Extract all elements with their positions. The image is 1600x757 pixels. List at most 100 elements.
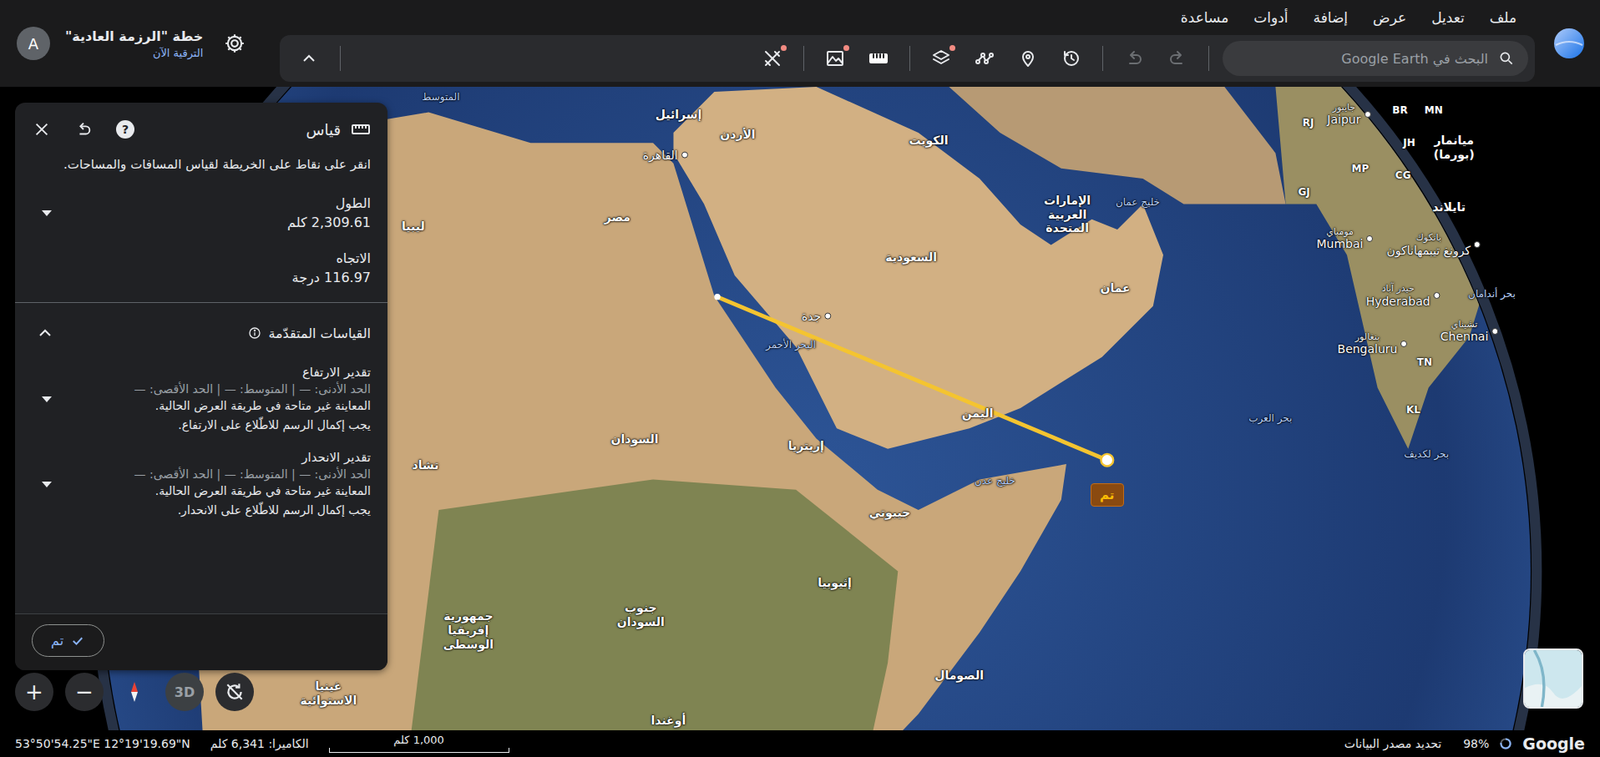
- user-avatar[interactable]: A: [16, 26, 51, 61]
- panel-header: قياس?: [15, 102, 388, 152]
- rotation-lock-button[interactable]: [215, 673, 254, 712]
- collapse-button[interactable]: [291, 40, 327, 76]
- toolbar-separator: [339, 45, 341, 71]
- map-label: جنوب السودان: [600, 601, 681, 630]
- plan-title: خطة "الرزمة العادية": [65, 28, 203, 45]
- map-label: الأردن: [719, 127, 755, 142]
- map-controls: +− 3D: [15, 673, 254, 712]
- measure-end-point[interactable]: [1100, 454, 1114, 467]
- ruler-button[interactable]: [860, 40, 897, 76]
- map-label: KL: [1406, 404, 1421, 416]
- help-button[interactable]: ?: [111, 116, 139, 143]
- unit-dropdown[interactable]: [31, 197, 62, 228]
- map-label: TN: [1417, 356, 1433, 369]
- search-field[interactable]: [1222, 40, 1529, 76]
- google-earth-window: ملف تعديل عرض إضافة أدوات مساعدة خطة "الرزمة ا…: [0, 0, 1600, 757]
- redo-icon: [1167, 48, 1188, 69]
- city-dot: [681, 151, 689, 159]
- menu-item[interactable]: تعديل: [1431, 9, 1464, 26]
- city-dot: [1363, 111, 1371, 118]
- map-label: المتوسط: [421, 91, 460, 103]
- map-label: GJ: [1297, 186, 1310, 198]
- undo-button[interactable]: [1116, 40, 1152, 76]
- history-button[interactable]: [1053, 40, 1089, 76]
- toolbar-separator: [909, 45, 911, 71]
- close-button[interactable]: [28, 116, 56, 143]
- measure-start-point[interactable]: [713, 293, 720, 300]
- upgrade-link[interactable]: الترقية الآن: [152, 46, 203, 60]
- undo-icon: [1124, 48, 1145, 69]
- google-earth-logo-icon[interactable]: [1549, 24, 1589, 63]
- tools-button[interactable]: [754, 40, 790, 76]
- layers-icon: [931, 48, 952, 69]
- map-label: RJ: [1302, 116, 1315, 129]
- menu-item[interactable]: مساعدة: [1180, 9, 1229, 26]
- section-dropdown[interactable]: [31, 384, 62, 415]
- dropdown-icon: [41, 481, 52, 488]
- advanced-header[interactable]: القياسات المتقدّمة: [15, 309, 388, 357]
- pin-button[interactable]: [1010, 40, 1046, 76]
- map-label: بحر العرب: [1248, 412, 1292, 425]
- measure-panel: قياس?انقر على نقاط على الخريطة لقياس الم…: [15, 102, 388, 671]
- map-label: MN: [1424, 104, 1444, 117]
- loading-ring-icon: [1498, 737, 1513, 751]
- compass-button[interactable]: [115, 673, 154, 712]
- 3d-toggle-button[interactable]: 3D: [165, 673, 204, 712]
- metric-row: الطول2,309.61 كلم: [15, 185, 388, 241]
- land-area: [918, 86, 1287, 205]
- map-label: تايلاند: [1432, 200, 1466, 215]
- google-brand: Google: [1522, 734, 1585, 754]
- path-button[interactable]: [967, 40, 1003, 76]
- section-dropdown[interactable]: [31, 469, 62, 500]
- settings-button[interactable]: [217, 26, 252, 61]
- chevron-up-icon: [298, 48, 319, 69]
- map-view[interactable]: إسرائيلالأردنالقاهرةالكويتليبيامصرالسعود…: [0, 86, 1600, 731]
- load-percent: 98%: [1463, 737, 1489, 751]
- map-label: بانكوككرونغ تيبمهاناكون: [1387, 232, 1481, 258]
- tools-icon: [762, 48, 783, 69]
- map-label: خليج عدن: [974, 474, 1016, 487]
- check-icon: [70, 633, 86, 649]
- map-label: ميانمار (بورما): [1413, 134, 1494, 163]
- land-area: [408, 479, 899, 731]
- map-label: السعودية: [885, 250, 937, 265]
- done-button[interactable]: تم: [31, 624, 105, 658]
- data-attribution-link[interactable]: تحديد مصدر البيانات: [1344, 737, 1442, 751]
- map-label: البحر الأحمر: [765, 339, 816, 351]
- map-label: بحر أندامان: [1468, 288, 1516, 300]
- map-label: تشاد: [412, 458, 440, 473]
- map-label: جدة: [801, 309, 831, 325]
- measure-done-badge[interactable]: تم: [1090, 483, 1125, 507]
- minimap[interactable]: [1523, 648, 1584, 709]
- terrain-button[interactable]: [817, 40, 853, 76]
- land-area: [1275, 86, 1530, 450]
- layers-button[interactable]: [923, 40, 959, 76]
- toolbar: [279, 35, 1535, 82]
- dropdown-icon: [41, 210, 52, 217]
- map-label: خليج عمان: [1115, 196, 1160, 208]
- map-label: تشينايChennai: [1440, 318, 1499, 345]
- zoom-out-button[interactable]: −: [65, 673, 104, 712]
- status-bar: 53°50'54.25"E 12°19'19.69"Nالكاميرا: 6,3…: [0, 730, 1600, 757]
- map-label: BR: [1392, 104, 1408, 117]
- map-label: إثيوبيا: [817, 575, 852, 590]
- menu-item[interactable]: ملف: [1489, 9, 1517, 26]
- menu-bar: ملف تعديل عرض إضافة أدوات مساعدة: [279, 5, 1535, 31]
- redo-button[interactable]: [1159, 40, 1195, 76]
- map-label: إسرائيل: [655, 107, 703, 122]
- new-badge-dot: [780, 45, 787, 51]
- search-input[interactable]: [1235, 50, 1490, 68]
- zoom-in-button[interactable]: +: [15, 673, 54, 712]
- menu-item[interactable]: أدوات: [1253, 9, 1288, 26]
- map-label: جيبوتي: [869, 505, 912, 520]
- map-label: القاهرة: [643, 147, 689, 163]
- menu-item[interactable]: عرض: [1372, 9, 1407, 26]
- map-label: اليمن: [962, 406, 994, 421]
- redo-button[interactable]: [70, 116, 97, 143]
- map-label: ليبيا: [401, 219, 426, 234]
- close-icon: [32, 120, 51, 139]
- menu-item[interactable]: إضافة: [1313, 9, 1349, 26]
- history-icon: [1061, 48, 1082, 69]
- city-dot: [1400, 340, 1408, 348]
- city-dot: [1433, 292, 1441, 299]
